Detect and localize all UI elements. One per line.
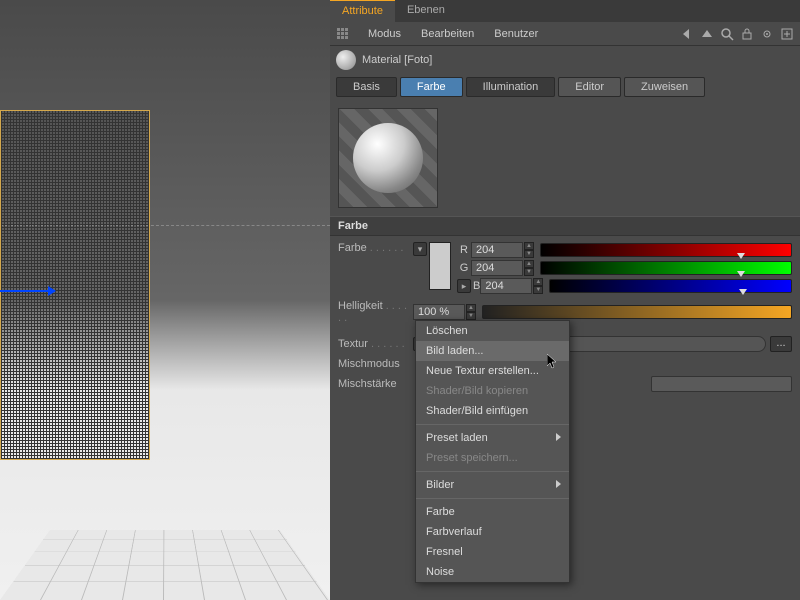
preview-sphere-icon: [353, 123, 423, 193]
label-mischstaerke: Mischstärke: [338, 378, 413, 390]
mischstaerke-field[interactable]: [651, 376, 792, 392]
material-icon: [336, 50, 356, 70]
viewport-3d[interactable]: [0, 0, 330, 600]
menu-separator: [416, 498, 569, 499]
label-farbe: Farbe: [338, 242, 413, 254]
panel-menubar: Modus Bearbeiten Benutzer: [330, 22, 800, 46]
material-name: Material [Foto]: [362, 54, 432, 66]
menu-noise[interactable]: Noise: [416, 562, 569, 582]
section-farbe: Farbe: [330, 216, 800, 236]
channel-illumination[interactable]: Illumination: [466, 77, 556, 97]
label-mischmodus: Mischmodus: [338, 358, 413, 370]
menu-preset-laden[interactable]: Preset laden: [416, 428, 569, 448]
rgb-mode-toggle[interactable]: ▸: [457, 279, 471, 293]
nav-up-icon[interactable]: [700, 27, 714, 41]
spinner-b[interactable]: ▲▼: [533, 278, 543, 294]
menu-shader-kopieren: Shader/Bild kopieren: [416, 381, 569, 401]
menu-farbverlauf[interactable]: Farbverlauf: [416, 522, 569, 542]
menu-separator: [416, 424, 569, 425]
spinner-r[interactable]: ▲▼: [524, 242, 534, 258]
plane-object[interactable]: [0, 110, 150, 460]
new-window-icon[interactable]: [780, 27, 794, 41]
slider-brightness[interactable]: [482, 305, 792, 319]
submenu-arrow-icon: [556, 480, 561, 488]
label-b: B: [473, 280, 480, 292]
submenu-arrow-icon: [556, 433, 561, 441]
menu-neue-textur[interactable]: Neue Textur erstellen...: [416, 361, 569, 381]
input-g[interactable]: [471, 260, 523, 276]
channel-editor[interactable]: Editor: [558, 77, 621, 97]
menu-preset-speichern: Preset speichern...: [416, 448, 569, 468]
menu-separator: [416, 471, 569, 472]
menu-benutzer[interactable]: Benutzer: [484, 28, 548, 40]
menu-farbe[interactable]: Farbe: [416, 502, 569, 522]
textur-context-menu: Löschen Bild laden... Neue Textur erstel…: [415, 320, 570, 583]
slider-b[interactable]: [549, 279, 792, 293]
input-b[interactable]: [480, 278, 532, 294]
spinner-brightness[interactable]: ▲▼: [466, 304, 476, 320]
row-farbe: Farbe ▾ R ▲▼ G ▲▼ ▸ B ▲▼: [330, 236, 800, 298]
textur-browse-button[interactable]: ...: [770, 336, 792, 352]
menu-modus[interactable]: Modus: [358, 28, 411, 40]
axis-arrow-icon: [48, 286, 56, 296]
panel-tabs: Attribute Ebenen: [330, 0, 800, 22]
settings-icon[interactable]: [760, 27, 774, 41]
channel-zuweisen[interactable]: Zuweisen: [624, 77, 705, 97]
menu-shader-einfuegen[interactable]: Shader/Bild einfügen: [416, 401, 569, 421]
input-brightness[interactable]: [413, 304, 465, 320]
menu-loeschen[interactable]: Löschen: [416, 321, 569, 341]
lock-icon[interactable]: [740, 27, 754, 41]
menu-bild-laden[interactable]: Bild laden...: [416, 341, 569, 361]
material-preview: [330, 100, 800, 216]
tab-ebenen[interactable]: Ebenen: [395, 0, 457, 22]
menu-fresnel[interactable]: Fresnel: [416, 542, 569, 562]
spinner-g[interactable]: ▲▼: [524, 260, 534, 276]
dropdown-color-icon[interactable]: ▾: [413, 242, 427, 256]
label-textur: Textur: [338, 338, 413, 350]
tab-attribute[interactable]: Attribute: [330, 0, 395, 22]
grid-icon[interactable]: [336, 27, 350, 41]
search-icon[interactable]: [720, 27, 734, 41]
material-header: Material [Foto]: [330, 46, 800, 74]
label-g: G: [457, 262, 471, 274]
slider-g[interactable]: [540, 261, 792, 275]
label-helligkeit: Helligkeit: [338, 300, 413, 324]
channel-basis[interactable]: Basis: [336, 77, 397, 97]
channel-buttons: Basis Farbe Illumination Editor Zuweisen: [330, 74, 800, 100]
channel-farbe[interactable]: Farbe: [400, 77, 463, 97]
preview-thumbnail[interactable]: [338, 108, 438, 208]
floor-grid: [0, 530, 330, 600]
menu-bearbeiten[interactable]: Bearbeiten: [411, 28, 484, 40]
menu-bilder[interactable]: Bilder: [416, 475, 569, 495]
color-swatch[interactable]: [429, 242, 451, 290]
input-r[interactable]: [471, 242, 523, 258]
slider-r[interactable]: [540, 243, 792, 257]
axis-x[interactable]: [0, 290, 55, 292]
nav-back-icon[interactable]: [680, 27, 694, 41]
label-r: R: [457, 244, 471, 256]
